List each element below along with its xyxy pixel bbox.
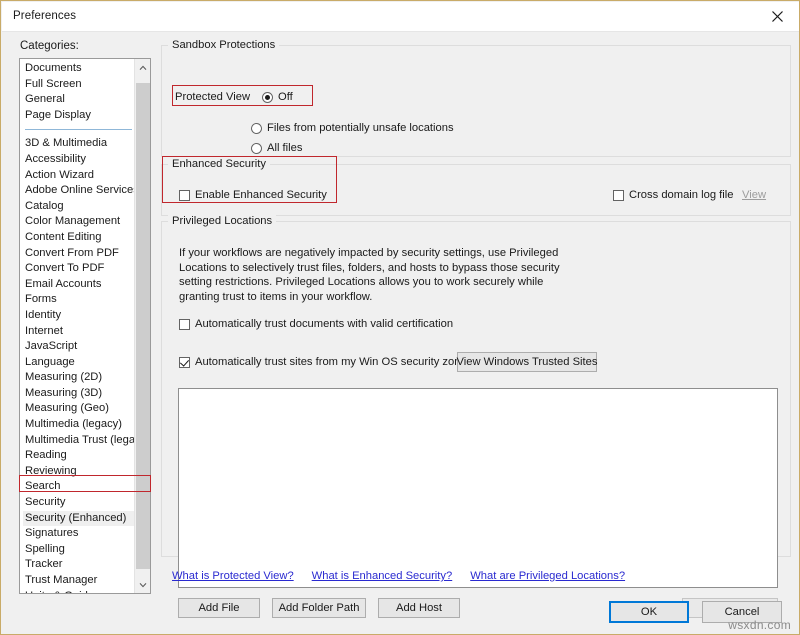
category-scrollbar[interactable] bbox=[134, 59, 150, 593]
settings-panel: Sandbox Protections Protected View Off F… bbox=[161, 37, 791, 618]
sidebar-item-spelling[interactable]: Spelling bbox=[23, 542, 134, 558]
add-host-button[interactable]: Add Host bbox=[378, 598, 460, 618]
sidebar-item-units-guides[interactable]: Units & Guides bbox=[23, 589, 134, 593]
privileged-locations-group: Privileged Locations If your workflows a… bbox=[161, 215, 791, 618]
chevron-up-icon[interactable] bbox=[135, 59, 150, 76]
sidebar-item-convert-to-pdf[interactable]: Convert To PDF bbox=[23, 261, 134, 277]
category-list[interactable]: Documents Full Screen General Page Display 3… bbox=[20, 59, 150, 593]
privileged-locations-title: Privileged Locations bbox=[168, 215, 277, 227]
preferences-dialog: Preferences Categories: Documents Full Sc… bbox=[0, 0, 800, 635]
sidebar-item-convert-from-pdf[interactable]: Convert From PDF bbox=[23, 246, 134, 262]
unsafe-locations-row[interactable]: Files from potentially unsafe locations bbox=[251, 122, 454, 134]
sidebar-item-documents[interactable]: Documents bbox=[23, 61, 134, 77]
trusted-locations-list[interactable] bbox=[178, 388, 778, 588]
sidebar-item-internet[interactable]: Internet bbox=[23, 324, 134, 340]
auto-trust-documents-label: Automatically trust documents with valid… bbox=[195, 318, 454, 330]
categories-label: Categories: bbox=[20, 40, 79, 52]
add-folder-path-button[interactable]: Add Folder Path bbox=[272, 598, 366, 618]
category-scroll-thumb[interactable] bbox=[136, 83, 150, 569]
radio-unsafe-locations[interactable] bbox=[251, 122, 262, 134]
sidebar-item-content-editing[interactable]: Content Editing bbox=[23, 230, 134, 246]
enable-enhanced-security-row[interactable]: Enable Enhanced Security bbox=[179, 189, 327, 201]
sidebar-item-security-enhanced[interactable]: Security (Enhanced) bbox=[23, 510, 134, 527]
sidebar-item-general[interactable]: General bbox=[23, 92, 134, 108]
enhanced-security-title: Enhanced Security bbox=[168, 158, 270, 170]
sidebar-item-reviewing[interactable]: Reviewing bbox=[23, 464, 134, 480]
radio-protected-view-off[interactable] bbox=[262, 91, 274, 103]
help-links: What is Protected View? What is Enhanced… bbox=[172, 570, 625, 582]
sidebar-item-multimedia-legacy[interactable]: Multimedia (legacy) bbox=[23, 417, 134, 433]
radio-label-all-files: All files bbox=[267, 142, 303, 154]
auto-trust-documents-row[interactable]: Automatically trust documents with valid… bbox=[179, 318, 453, 330]
radio-all-files[interactable] bbox=[251, 142, 262, 154]
view-windows-trusted-sites-button[interactable]: View Windows Trusted Sites bbox=[457, 352, 597, 372]
sidebar-item-catalog[interactable]: Catalog bbox=[23, 199, 134, 215]
sidebar-item-3d-multimedia[interactable]: 3D & Multimedia bbox=[23, 136, 134, 152]
sidebar-item-javascript[interactable]: JavaScript bbox=[23, 339, 134, 355]
enable-enhanced-security-label: Enable Enhanced Security bbox=[195, 189, 327, 201]
sandbox-protections-group: Sandbox Protections Protected View Off F… bbox=[161, 39, 791, 157]
sidebar-item-action-wizard[interactable]: Action Wizard bbox=[23, 168, 134, 184]
sidebar-item-multimedia-trust-legacy[interactable]: Multimedia Trust (legacy) bbox=[23, 433, 150, 449]
sidebar-item-full-screen[interactable]: Full Screen bbox=[23, 77, 134, 93]
sidebar-item-email-accounts[interactable]: Email Accounts bbox=[23, 277, 134, 293]
sidebar-item-trust-manager[interactable]: Trust Manager bbox=[23, 573, 134, 589]
sidebar-item-tracker[interactable]: Tracker bbox=[23, 557, 134, 573]
checkbox-enable-enhanced-security[interactable] bbox=[179, 189, 190, 201]
sidebar-item-measuring-geo[interactable]: Measuring (Geo) bbox=[23, 401, 134, 417]
category-separator bbox=[23, 123, 134, 136]
sidebar-item-measuring-3d[interactable]: Measuring (3D) bbox=[23, 386, 134, 402]
privileged-locations-description: If your workflows are negatively impacte… bbox=[179, 247, 560, 303]
close-icon[interactable] bbox=[755, 2, 799, 31]
sidebar-item-security[interactable]: Security bbox=[23, 495, 134, 511]
sandbox-protections-title: Sandbox Protections bbox=[168, 39, 280, 51]
auto-trust-sites-label: Automatically trust sites from my Win OS… bbox=[195, 356, 473, 368]
cross-domain-log-row[interactable]: Cross domain log file bbox=[613, 189, 733, 201]
sidebar-item-accessibility[interactable]: Accessibility bbox=[23, 152, 134, 168]
sidebar-item-measuring-2d[interactable]: Measuring (2D) bbox=[23, 370, 134, 386]
sidebar-item-color-management[interactable]: Color Management bbox=[23, 214, 134, 230]
view-log-link[interactable]: View bbox=[742, 189, 766, 201]
link-what-is-protected-view[interactable]: What is Protected View? bbox=[172, 570, 294, 582]
category-listbox[interactable]: Documents Full Screen General Page Display 3… bbox=[19, 58, 151, 594]
sidebar-item-identity[interactable]: Identity bbox=[23, 308, 134, 324]
add-file-button[interactable]: Add File bbox=[178, 598, 260, 618]
sidebar-item-adobe-online-services[interactable]: Adobe Online Services bbox=[23, 183, 139, 199]
enhanced-security-group: Enhanced Security Enable Enhanced Securi… bbox=[161, 158, 791, 216]
checkbox-auto-trust-sites[interactable] bbox=[179, 356, 190, 368]
window-title: Preferences bbox=[13, 10, 77, 22]
link-what-is-enhanced-security[interactable]: What is Enhanced Security? bbox=[312, 570, 453, 582]
sidebar-item-forms[interactable]: Forms bbox=[23, 292, 134, 308]
cross-domain-log-file-label: Cross domain log file bbox=[629, 189, 734, 201]
protected-view-row: Protected View Off bbox=[175, 91, 293, 103]
link-what-are-privileged-locations[interactable]: What are Privileged Locations? bbox=[470, 570, 625, 582]
sidebar-item-reading[interactable]: Reading bbox=[23, 448, 134, 464]
radio-label-off: Off bbox=[278, 91, 293, 103]
protected-view-label: Protected View bbox=[175, 91, 251, 103]
sidebar-item-search[interactable]: Search bbox=[23, 479, 134, 495]
checkbox-cross-domain-log-file[interactable] bbox=[613, 189, 624, 201]
sidebar-item-language[interactable]: Language bbox=[23, 355, 134, 371]
checkbox-auto-trust-documents[interactable] bbox=[179, 318, 190, 330]
all-files-row[interactable]: All files bbox=[251, 142, 302, 154]
sidebar-item-page-display[interactable]: Page Display bbox=[23, 108, 134, 124]
sidebar-item-signatures[interactable]: Signatures bbox=[23, 526, 134, 542]
title-bar: Preferences bbox=[2, 2, 799, 32]
chevron-down-icon[interactable] bbox=[135, 576, 150, 593]
radio-label-unsafe-locations: Files from potentially unsafe locations bbox=[267, 122, 454, 134]
watermark: wsxdn.com bbox=[728, 618, 791, 632]
auto-trust-sites-row[interactable]: Automatically trust sites from my Win OS… bbox=[179, 356, 472, 368]
ok-button[interactable]: OK bbox=[609, 601, 689, 623]
